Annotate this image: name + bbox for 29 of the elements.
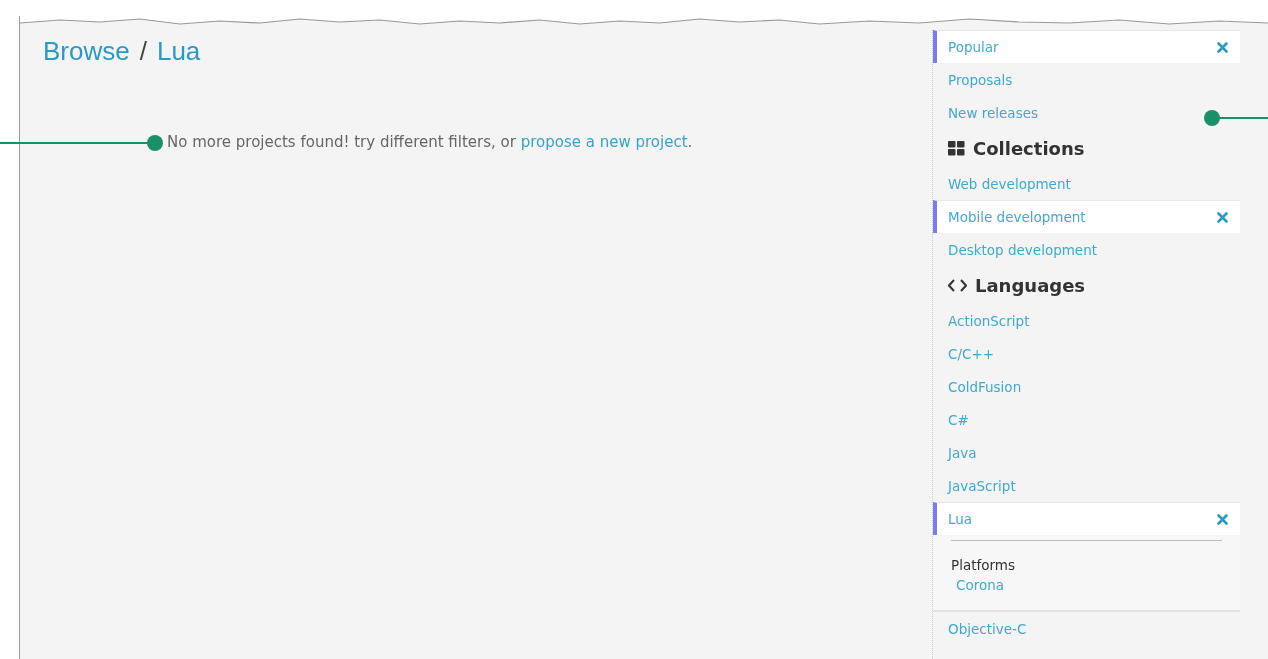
grid-icon (948, 140, 965, 156)
section-heading: Collections (973, 137, 1085, 159)
breadcrumb-link[interactable]: Lua (156, 36, 201, 67)
filter-item[interactable]: Lua (933, 502, 1240, 535)
filter-item[interactable]: ColdFusion (933, 370, 1240, 403)
subfilter-link[interactable]: Corona (956, 577, 1222, 593)
filter-item[interactable]: Proposals (933, 63, 1240, 96)
filter-item[interactable]: ActionScript (933, 304, 1240, 337)
filter-item[interactable]: C# (933, 403, 1240, 436)
breadcrumb-link[interactable]: Browse (43, 36, 130, 67)
filter-item[interactable]: C/C++ (933, 337, 1240, 370)
empty-message: No more projects found! try different filters, or propose a new project. (167, 133, 694, 151)
close-icon[interactable] (1217, 41, 1228, 53)
subfilter-title: Platforms (951, 557, 1016, 573)
callout-marker (1204, 110, 1268, 126)
filter-item[interactable]: Objective-C (933, 612, 1240, 645)
filter-item[interactable]: Web development (933, 167, 1240, 200)
close-icon[interactable] (1217, 211, 1228, 223)
code-icon (948, 278, 967, 292)
filter-item[interactable]: Desktop development (933, 233, 1240, 266)
filter-item[interactable]: Mobile development (933, 200, 1240, 233)
close-icon[interactable] (1217, 513, 1228, 525)
filter-item[interactable]: New releases (933, 96, 1240, 129)
section-heading: Languages (975, 274, 1086, 296)
propose-project-link[interactable]: propose a new project (520, 133, 688, 151)
filter-item[interactable]: Popular (933, 30, 1240, 63)
breadcrumb-separator: / (139, 36, 147, 67)
filter-item[interactable]: JavaScript (933, 469, 1240, 502)
filter-item[interactable]: Java (933, 436, 1240, 469)
